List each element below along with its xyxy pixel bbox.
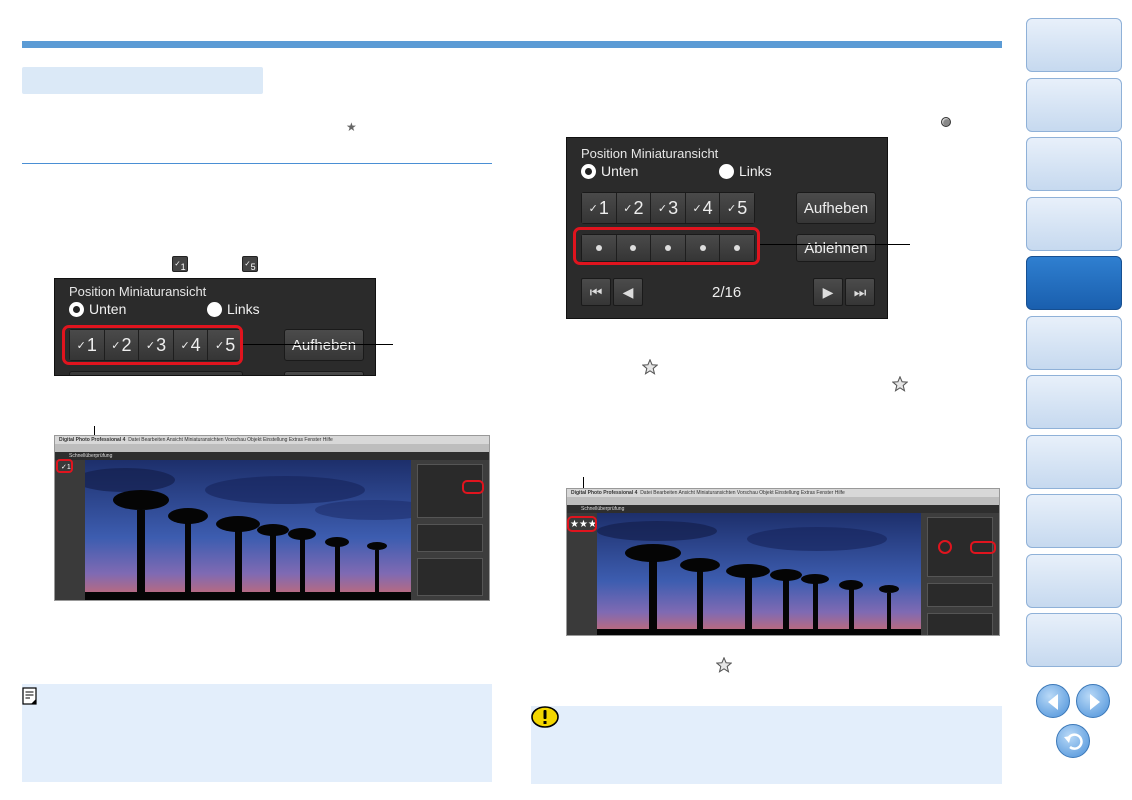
chapter-tab-7[interactable] (1026, 375, 1122, 429)
image-counter: 2/16 (712, 284, 742, 301)
star-icon (892, 376, 908, 392)
reject-button[interactable]: Ablehnen (796, 234, 876, 262)
return-icon (1064, 733, 1083, 750)
radio-bottom-label: Unten (89, 301, 127, 317)
manual-page: ★ ✓1 ✓5 Position Miniaturansicht Unten L… (0, 0, 1132, 800)
radio-left[interactable]: Links (207, 301, 260, 317)
menu-bar: Digital Photo Professional 4 Datei Bearb… (55, 436, 489, 444)
palette-block (417, 524, 483, 552)
chapter-tab-4[interactable] (1026, 197, 1122, 251)
chapter-tab-5-active[interactable] (1026, 256, 1122, 310)
radio-bottom[interactable]: Unten (581, 163, 638, 179)
chapter-tab-3[interactable] (1026, 137, 1122, 191)
callout-line (243, 344, 393, 345)
app-screenshot-rating: Digital Photo Professional 4 Datei Bearb… (566, 488, 1000, 636)
radio-left-indicator[interactable] (207, 301, 222, 317)
right-arrow-icon (1090, 694, 1100, 710)
title-bar (567, 497, 999, 505)
check-button-3[interactable]: ✓ 3 (651, 193, 686, 223)
caution-box (531, 706, 1002, 784)
next-image-button[interactable]: ▶ (813, 278, 843, 306)
check-button-5[interactable]: ✓ 5 (720, 193, 754, 223)
check-mark-buttons: ✓ 1 ✓ 2 ✓ 3 ✓ 4 ✓ 5 (581, 192, 755, 224)
star-icon (642, 359, 658, 375)
reject-button-partial[interactable] (284, 371, 364, 375)
baobab-photo (85, 460, 413, 600)
next-page-button[interactable] (1076, 684, 1110, 718)
app-screenshot-check: Digital Photo Professional 4 Datei Bearb… (54, 435, 490, 601)
palette-block (927, 583, 993, 607)
radio-left-label: Links (739, 163, 772, 179)
header-rule (22, 41, 1002, 48)
section-heading-box (22, 67, 263, 94)
clear-button[interactable]: Aufheben (284, 329, 364, 361)
caution-icon (531, 706, 559, 728)
check-mark-icon: ✓5 (242, 256, 258, 272)
chapter-tab-11[interactable] (1026, 613, 1122, 667)
check-button-2[interactable]: ✓ 2 (616, 193, 652, 223)
left-arrow-icon (1048, 694, 1058, 710)
subheading-rule (22, 163, 492, 164)
prev-page-button[interactable] (1036, 684, 1070, 718)
memo-icon (22, 687, 37, 705)
check-mark-icon: ✓1 (172, 256, 188, 272)
highlight-ring (462, 480, 484, 494)
star-icon (716, 657, 732, 673)
reject-buttons-partial (69, 371, 243, 375)
tool-palette (921, 513, 999, 635)
first-image-button[interactable]: ⏮ (581, 278, 611, 306)
last-image-button[interactable]: ⏭ (845, 278, 875, 306)
chapter-tab-1[interactable] (1026, 18, 1122, 72)
menu-bar: Digital Photo Professional 4 Datei Bearb… (567, 489, 999, 497)
clear-button[interactable]: Aufheben (796, 192, 876, 224)
prev-image-button[interactable]: ◀ (613, 278, 643, 306)
reject-dot-icon (941, 117, 951, 127)
chapter-tab-10[interactable] (1026, 554, 1122, 608)
toolbar-label: Schnellüberprüfung (581, 506, 625, 512)
title-bar (55, 444, 489, 452)
highlight-ring (970, 541, 996, 554)
memo-box (22, 684, 492, 782)
highlight-ring (938, 540, 952, 554)
callout-line (760, 244, 910, 245)
toolbar: Schnellüberprüfung (55, 452, 489, 460)
panel-title: Position Miniaturansicht (581, 146, 719, 161)
menu-items: Digital Photo Professional 4 Datei Bearb… (571, 490, 845, 496)
toolbar-label: Schnellüberprüfung (69, 453, 113, 459)
star-icon: ★ (346, 120, 357, 134)
baobab-photo (597, 513, 923, 635)
toolbar: Schnellüberprüfung (567, 505, 999, 513)
radio-bottom[interactable]: Unten (69, 301, 126, 317)
check-button-4[interactable]: ✓ 4 (685, 193, 721, 223)
chapter-tab-8[interactable] (1026, 435, 1122, 489)
radio-bottom-indicator[interactable] (69, 301, 84, 317)
menu-items: Digital Photo Professional 4 Datei Bearb… (59, 437, 333, 443)
chapter-tab-9[interactable] (1026, 494, 1122, 548)
check-button-1[interactable]: ✓ 1 (582, 193, 617, 223)
palette-block (417, 558, 483, 596)
palette-block (927, 613, 993, 635)
highlight-ring (567, 516, 597, 532)
return-button[interactable] (1056, 724, 1090, 758)
radio-bottom-indicator[interactable] (581, 163, 596, 179)
highlight-ring (62, 325, 243, 365)
panel-title: Position Miniaturansicht (69, 284, 207, 299)
highlight-ring (56, 459, 73, 473)
radio-left-label: Links (227, 301, 260, 317)
chapter-tab-6[interactable] (1026, 316, 1122, 370)
radio-bottom-label: Unten (601, 163, 639, 179)
radio-left[interactable]: Links (719, 163, 772, 179)
radio-left-indicator[interactable] (719, 163, 734, 179)
chapter-tab-2[interactable] (1026, 78, 1122, 132)
highlight-ring (573, 227, 760, 265)
